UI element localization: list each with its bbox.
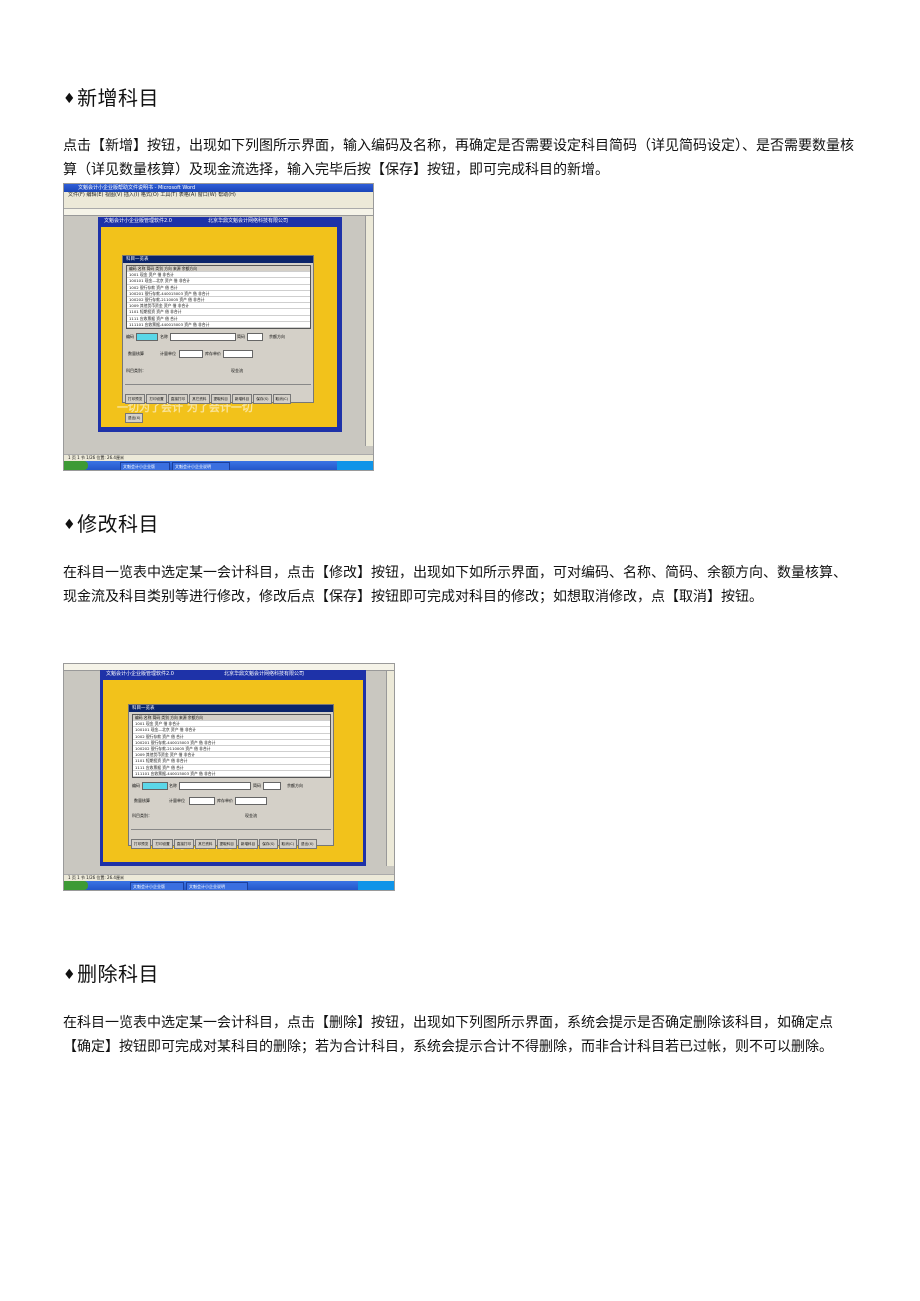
section-paragraph-add: 点击【新增】按钮，出现如下列图所示界面，输入编码及名称，再确定是否需要设定科目简… bbox=[63, 138, 854, 178]
section-heading-add: ♦新增科目 bbox=[63, 86, 160, 110]
app-title-bar: 文魁会计小企业版管理软件2.0 北京华鼎文魁会计网络科技有限公司 bbox=[100, 670, 366, 679]
category-label: 科目类别： bbox=[126, 368, 146, 373]
screenshot-add-subject: 文魁会计小企业版帮助文件说明书 - Microsoft Word 文件(F) 编… bbox=[63, 183, 374, 471]
taskbar-doc-item[interactable]: 文魁会计小企业说明 bbox=[172, 462, 230, 470]
vertical-scrollbar bbox=[365, 216, 373, 446]
save-button[interactable]: 保存(S) bbox=[259, 839, 278, 849]
name-label: 名称 bbox=[160, 334, 168, 339]
dialog-button-row: 打印预览打印设置直接打印其它资料提取科目新增科目保存(S)取消(C)退出(X) bbox=[131, 829, 331, 849]
extract-subject-button[interactable]: 提取科目 bbox=[210, 394, 231, 404]
section-heading-delete: ♦删除科目 bbox=[63, 962, 160, 986]
section-heading-edit: ♦修改科目 bbox=[63, 512, 160, 536]
dialog-button-row: 打印预览打印设置直接打印其它资料提取科目新增科目保存(S)取消(C) 退出(X) bbox=[125, 384, 311, 423]
other-data-button[interactable]: 其它资料 bbox=[195, 839, 216, 849]
dialog-title-bar: 科目一览表 bbox=[123, 256, 313, 263]
price-label: 库存单价 bbox=[217, 798, 233, 803]
cashflow-checkbox[interactable]: 现金流 bbox=[245, 813, 257, 819]
code-input[interactable] bbox=[136, 333, 158, 341]
diamond-bullet-icon: ♦ bbox=[63, 91, 77, 107]
diamond-bullet-icon: ♦ bbox=[63, 967, 77, 983]
qty-checkbox[interactable]: 数量核算 bbox=[134, 798, 150, 804]
taskbar-app-item[interactable]: 文魁会计小企业版 bbox=[130, 882, 184, 890]
unit-input[interactable] bbox=[189, 797, 215, 805]
screenshot-edit-subject: 文魁会计小企业版管理软件2.0 北京华鼎文魁会计网络科技有限公司 一切为了会计 … bbox=[63, 663, 395, 891]
abbr-input[interactable] bbox=[263, 782, 281, 790]
name-input[interactable] bbox=[179, 782, 251, 790]
direct-print-button[interactable]: 直接打印 bbox=[167, 394, 189, 404]
vertical-scrollbar bbox=[386, 671, 394, 866]
print-setup-button[interactable]: 打印设置 bbox=[146, 394, 167, 404]
name-label: 名称 bbox=[169, 783, 177, 788]
save-button[interactable]: 保存(S) bbox=[253, 394, 272, 404]
subject-grid[interactable]: 编码 名称 简码 类别 方向 来源 余额方向 1001 现金 资产 借 非合计 … bbox=[132, 714, 331, 778]
dialog-title-bar: 科目一览表 bbox=[129, 705, 333, 712]
word-menu-bar: 文件(F) 编辑(E) 视图(V) 插入(I) 格式(O) 工具(T) 表格(A… bbox=[64, 192, 373, 199]
print-preview-button[interactable]: 打印预览 bbox=[125, 394, 146, 404]
table-row[interactable]: 111101 应收票据-440015003 资产 借 非合计 bbox=[133, 771, 330, 777]
subject-grid[interactable]: 编码 名称 简码 类别 方向 来源 余额方向 1001 现金 资产 借 非合计 … bbox=[126, 265, 311, 329]
cashflow-checkbox[interactable]: 现金流 bbox=[231, 368, 243, 374]
unit-input[interactable] bbox=[179, 350, 203, 358]
subject-dialog: 科目一览表 编码 名称 简码 类别 方向 来源 余额方向 1001 现金 资产 … bbox=[122, 255, 314, 423]
price-input[interactable] bbox=[235, 797, 267, 805]
word-toolbar bbox=[64, 199, 373, 209]
ruler bbox=[64, 209, 373, 216]
start-button[interactable] bbox=[64, 881, 88, 890]
code-label: 编码 bbox=[126, 334, 134, 339]
balance-dir-label: 余额方向 bbox=[269, 334, 285, 339]
cancel-button[interactable]: 取消(C) bbox=[278, 839, 298, 849]
exit-button[interactable]: 退出(X) bbox=[298, 839, 317, 849]
other-data-button[interactable]: 其它资料 bbox=[189, 394, 210, 404]
price-label: 库存单价 bbox=[205, 351, 221, 356]
cancel-button[interactable]: 取消(C) bbox=[272, 394, 292, 404]
unit-label: 计量单位 bbox=[160, 351, 176, 356]
balance-dir-label: 余额方向 bbox=[287, 783, 303, 788]
diamond-bullet-icon: ♦ bbox=[63, 517, 77, 533]
taskbar-app-item[interactable]: 文魁会计小企业版 bbox=[120, 462, 170, 470]
qty-checkbox[interactable]: 数量核算 bbox=[128, 351, 144, 357]
taskbar-doc-item[interactable]: 文魁会计小企业说明 bbox=[186, 882, 248, 890]
direct-print-button[interactable]: 直接打印 bbox=[173, 839, 195, 849]
abbr-label: 简码 bbox=[253, 783, 261, 788]
code-label: 编码 bbox=[132, 783, 140, 788]
word-title-bar: 文魁会计小企业版帮助文件说明书 - Microsoft Word bbox=[64, 184, 373, 192]
word-status-bar: 1 页 1 节 1/26 位置: 26.4厘米 bbox=[64, 874, 394, 881]
system-tray bbox=[337, 461, 373, 470]
system-tray bbox=[358, 881, 394, 890]
word-status-bar: 1 页 1 节 1/26 位置: 26.4厘米 bbox=[64, 454, 373, 461]
section-paragraph-delete: 在科目一览表中选定某一会计科目，点击【删除】按钮，出现如下列图所示界面，系统会提… bbox=[63, 1015, 833, 1055]
name-input[interactable] bbox=[170, 333, 236, 341]
price-input[interactable] bbox=[223, 350, 253, 358]
abbr-label: 简码 bbox=[237, 334, 245, 339]
taskbar: 文魁会计小企业版 文魁会计小企业说明 bbox=[64, 881, 394, 890]
app-window: 文魁会计小企业版管理软件2.0 北京华鼎文魁会计网络科技有限公司 一切为了会计 … bbox=[98, 217, 342, 432]
exit-button[interactable]: 退出(X) bbox=[125, 413, 144, 423]
print-preview-button[interactable]: 打印预览 bbox=[131, 839, 152, 849]
category-label: 科目类别： bbox=[132, 813, 152, 818]
start-button[interactable] bbox=[64, 461, 88, 470]
abbr-input[interactable] bbox=[247, 333, 263, 341]
taskbar: 文魁会计小企业版 文魁会计小企业说明 bbox=[64, 461, 373, 470]
unit-label: 计量单位 bbox=[169, 798, 185, 803]
section-paragraph-edit: 在科目一览表中选定某一会计科目，点击【修改】按钮，出现如下如所示界面，可对编码、… bbox=[63, 565, 847, 605]
app-window: 文魁会计小企业版管理软件2.0 北京华鼎文魁会计网络科技有限公司 一切为了会计 … bbox=[100, 670, 366, 866]
code-input[interactable] bbox=[142, 782, 168, 790]
add-subject-button[interactable]: 新增科目 bbox=[237, 839, 259, 849]
table-row[interactable]: 111101 应收票据-440015003 资产 借 非合计 bbox=[127, 322, 310, 328]
add-subject-button[interactable]: 新增科目 bbox=[231, 394, 253, 404]
app-title-bar: 文魁会计小企业版管理软件2.0 北京华鼎文魁会计网络科技有限公司 bbox=[98, 217, 342, 226]
subject-dialog: 科目一览表 编码 名称 简码 类别 方向 来源 余额方向 1001 现金 资产 … bbox=[128, 704, 334, 849]
print-setup-button[interactable]: 打印设置 bbox=[152, 839, 173, 849]
extract-subject-button[interactable]: 提取科目 bbox=[216, 839, 237, 849]
